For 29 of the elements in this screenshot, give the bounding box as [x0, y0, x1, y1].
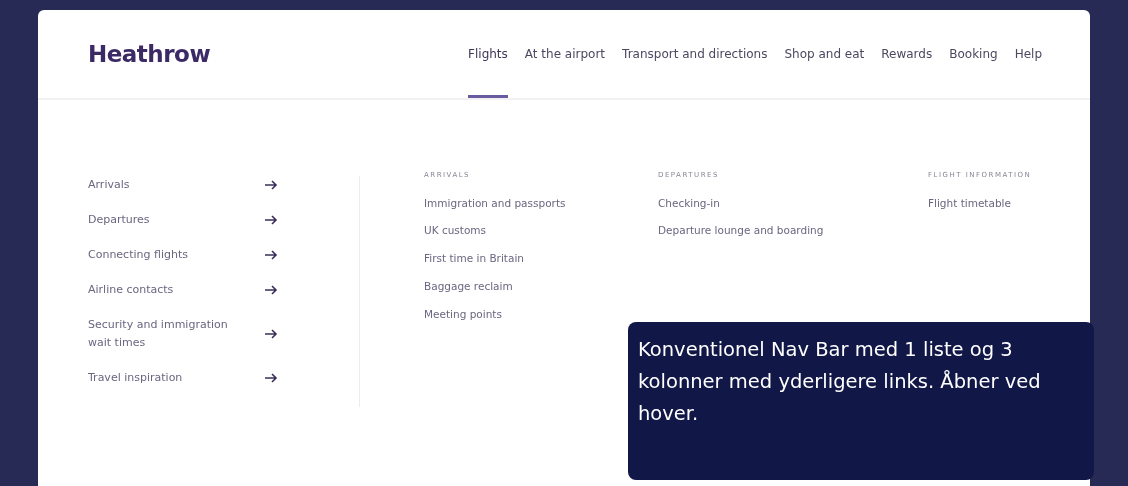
nav-tab[interactable]: Flights	[468, 10, 508, 98]
logo: Heathrow	[88, 39, 211, 69]
nav-tab[interactable]: Transport and directions	[622, 10, 768, 98]
menu-link[interactable]: Departures	[88, 211, 359, 229]
submenu-link[interactable]: Immigration and passports	[424, 195, 658, 212]
arrow-right-icon	[264, 329, 278, 339]
menu-link[interactable]: Connecting flights	[88, 246, 359, 264]
arrow-right-icon	[264, 373, 278, 383]
menu-link[interactable]: Travel inspiration	[88, 369, 359, 387]
menu-link[interactable]: Security and immigration wait times	[88, 316, 359, 352]
annotation-note: Konventionel Nav Bar med 1 liste og 3 kolonner med yderligere links. Åbner ved hover.	[628, 322, 1094, 480]
submenu-link[interactable]: UK customs	[424, 223, 658, 239]
submenu-link[interactable]: First time in Britain	[424, 251, 658, 267]
arrow-right-icon	[264, 250, 278, 260]
submenu-link[interactable]: Baggage reclaim	[424, 278, 658, 295]
submenu-link[interactable]: Meeting points	[424, 306, 658, 323]
submenu-link[interactable]: Departure lounge and boarding	[658, 223, 928, 239]
nav-tab[interactable]: Shop and eat	[784, 10, 865, 98]
submenu-link[interactable]: Flight timetable	[928, 195, 1078, 212]
arrow-right-icon	[264, 215, 278, 225]
arrow-right-icon	[264, 180, 278, 190]
nav-tab[interactable]: Rewards	[881, 10, 933, 98]
menu-link[interactable]: Arrivals	[88, 176, 359, 194]
submenu-link[interactable]: Checking-in	[658, 195, 928, 212]
arrow-right-icon	[264, 285, 278, 295]
nav-tab[interactable]: At the airport	[524, 10, 606, 98]
nav-tab[interactable]: Booking	[949, 10, 998, 98]
menu-link[interactable]: Airline contacts	[88, 281, 359, 299]
nav-tab[interactable]: Help	[1014, 10, 1042, 98]
